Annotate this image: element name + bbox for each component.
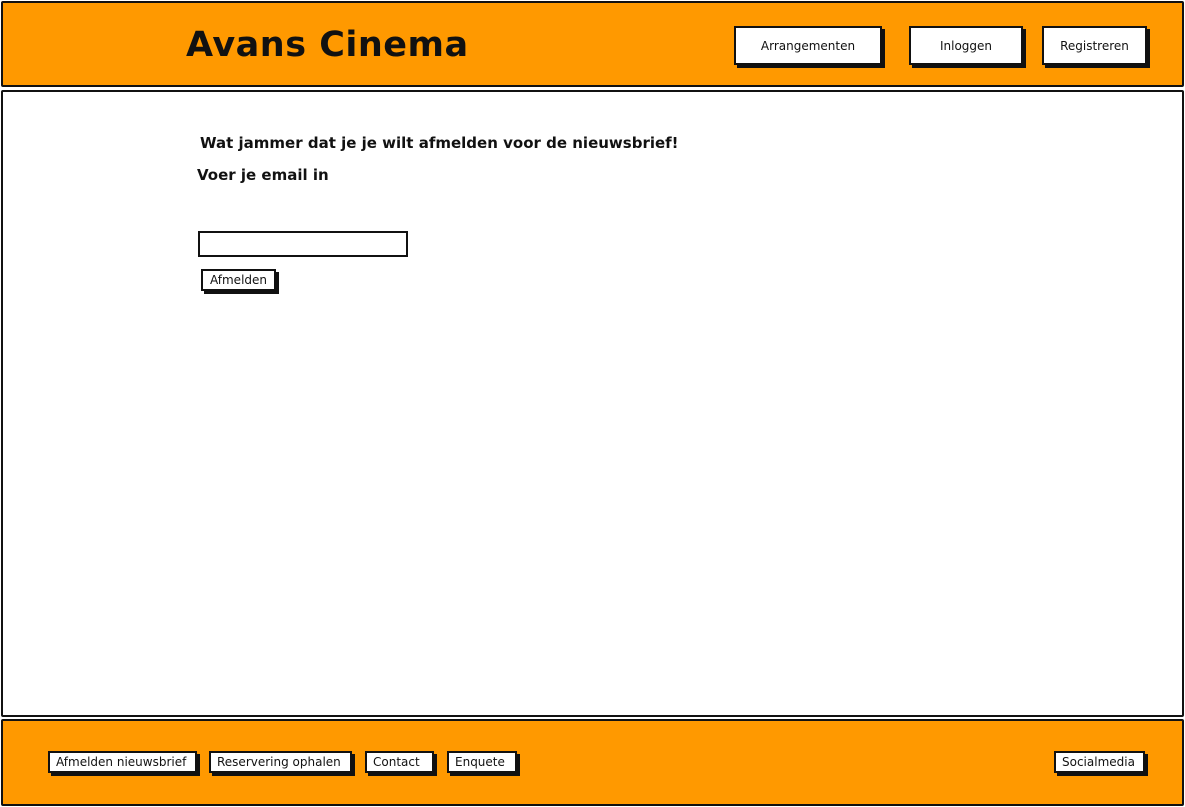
footer-link-socialmedia[interactable]: Socialmedia bbox=[1054, 751, 1145, 773]
inloggen-button[interactable]: Inloggen bbox=[909, 26, 1023, 65]
footer-bar: Afmelden nieuwsbrief Reservering ophalen… bbox=[1, 719, 1184, 806]
email-prompt-label: Voer je email in bbox=[197, 166, 329, 184]
arrangementen-button[interactable]: Arrangementen bbox=[734, 26, 882, 65]
afmelden-submit-button[interactable]: Afmelden bbox=[201, 269, 276, 291]
header-bar: Avans Cinema Arrangementen Inloggen Regi… bbox=[1, 1, 1184, 87]
page-heading: Wat jammer dat je je wilt afmelden voor … bbox=[200, 134, 679, 152]
email-field[interactable] bbox=[198, 231, 408, 257]
footer-link-afmelden-nieuwsbrief[interactable]: Afmelden nieuwsbrief bbox=[48, 751, 197, 773]
footer-link-contact[interactable]: Contact bbox=[365, 751, 434, 773]
footer-link-enquete[interactable]: Enquete bbox=[447, 751, 517, 773]
site-logo[interactable]: Avans Cinema bbox=[186, 25, 469, 65]
main-content: Wat jammer dat je je wilt afmelden voor … bbox=[1, 90, 1184, 717]
footer-link-reservering-ophalen[interactable]: Reservering ophalen bbox=[209, 751, 352, 773]
registreren-button[interactable]: Registreren bbox=[1042, 26, 1147, 65]
